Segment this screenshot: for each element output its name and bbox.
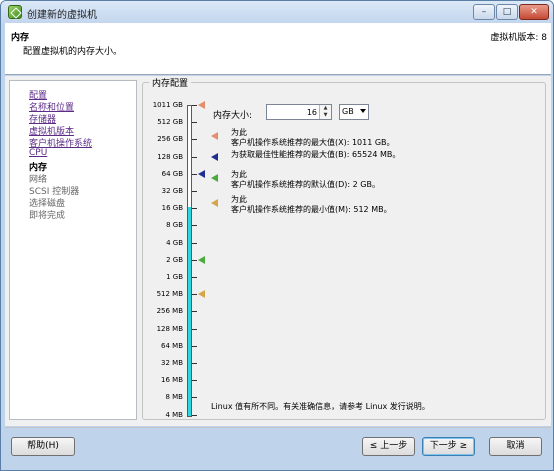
scale-tickmark (192, 311, 197, 313)
scale-tickmark (192, 105, 197, 106)
vsphere-app-icon (8, 5, 22, 19)
memory-config-group: 内存配置 内存大小: ▲ ▼ GB 为此 客户机操作系统推荐的最大值(X): 1… (142, 76, 546, 420)
scale-tick-label: 32 MB (161, 359, 183, 367)
spin-up-icon[interactable]: ▲ (320, 105, 331, 112)
memory-unit-select[interactable]: GB (339, 104, 369, 120)
wizard-steps-sidebar: 配置 名称和位置 存储器 虚拟机版本 客户机操作系统 CPU 内存 网络 SCS… (9, 80, 137, 420)
scale-marker-icon (198, 255, 205, 264)
scale-tick-label: 128 MB (156, 324, 183, 333)
memory-spinner[interactable]: ▲ ▼ (319, 105, 331, 119)
title-bar[interactable]: 创建新的虚拟机 – □ ✕ (1, 1, 553, 23)
scale-tick-label: 32 GB (161, 187, 183, 195)
memory-size-label: 内存大小: (213, 111, 253, 121)
scale-tick-label: 512 GB (157, 118, 183, 127)
rec-max-marker-icon (211, 132, 218, 140)
minimize-button[interactable]: – (473, 4, 495, 20)
scale-tickmark (192, 156, 197, 158)
rec-default-marker-icon (211, 174, 218, 182)
scale-tick-label: 64 GB (161, 169, 183, 178)
scale-tickmark (192, 208, 197, 210)
scale-tickmark (192, 345, 197, 347)
sidebar-item-ready: 即将完成 (29, 211, 66, 221)
memory-scale-bar[interactable] (187, 105, 192, 417)
page-title: 内存 (11, 33, 30, 43)
page-header: 内存 配置虚拟机的内存大小。 虚拟机版本: 8 (5, 23, 551, 75)
scale-tick-label: 16 MB (161, 376, 183, 385)
back-button[interactable]: ≤ 上一步 (362, 437, 415, 456)
next-button[interactable]: 下一步 ≥ (422, 437, 475, 456)
rec-line2: 客户机操作系统推荐的最小值(M): 512 MB。 (231, 205, 392, 214)
linux-note: Linux 值有所不同。有关准确信息，请参考 Linux 发行说明。 (211, 402, 430, 411)
scale-marker-icon (198, 101, 205, 109)
scale-tick-label: 64 MB (161, 341, 183, 350)
window-title: 创建新的虚拟机 (27, 10, 97, 21)
rec-line2: 客户机操作系统推荐的最大值(X): 1011 GB。 (231, 138, 395, 147)
scale-tick-label: 1011 GB (152, 101, 183, 109)
scale-tickmark (192, 139, 197, 141)
rec-min-marker-icon (211, 199, 218, 207)
scale-tickmark (192, 328, 197, 330)
close-button[interactable]: ✕ (519, 4, 549, 20)
sidebar-item-cpu[interactable]: CPU (29, 148, 47, 158)
scale-tick-label: 8 GB (166, 221, 183, 230)
memory-unit-value: GB (342, 107, 354, 116)
footer-divider (5, 427, 551, 428)
scale-tick-label: 2 GB (166, 255, 183, 264)
maximize-button[interactable]: □ (496, 4, 518, 20)
page-subtitle: 配置虚拟机的内存大小。 (23, 47, 123, 57)
scale-tickmark (192, 397, 197, 399)
group-title: 内存配置 (149, 76, 192, 89)
wizard-window: 创建新的虚拟机 – □ ✕ 内存 配置虚拟机的内存大小。 虚拟机版本: 8 配置… (0, 0, 554, 471)
scale-tick-label: 4 MB (165, 410, 183, 419)
scale-tickmark (192, 380, 197, 382)
help-button[interactable]: 帮助(H) (11, 437, 75, 456)
rec-line2: 为获取最佳性能推荐的最大值(B): 65524 MB。 (231, 150, 401, 159)
scale-tickmark (192, 122, 197, 124)
scale-tick-label: 1 GB (166, 273, 183, 281)
cancel-button[interactable]: 取消 (489, 437, 542, 456)
vm-version-label: 虚拟机版本: 8 (490, 33, 547, 43)
scale-tick-label: 8 MB (165, 393, 183, 402)
scale-tickmark (192, 242, 197, 244)
memory-scale-fill (188, 207, 191, 416)
scale-marker-icon (198, 169, 205, 178)
scale-tick-label: 16 GB (161, 204, 183, 213)
scale-tickmark (192, 363, 197, 364)
scale-tickmark (192, 414, 197, 416)
scale-marker-icon (198, 290, 205, 299)
scale-tick-label: 128 GB (157, 152, 183, 161)
scale-tick-label: 512 MB (156, 290, 183, 299)
scale-tick-label: 4 GB (166, 238, 183, 247)
scale-tickmark (192, 277, 197, 278)
scale-tickmark (192, 191, 197, 192)
scale-tick-label: 256 GB (157, 135, 183, 144)
rec-perf-marker-icon (211, 153, 218, 161)
spin-down-icon[interactable]: ▼ (320, 112, 331, 119)
scale-tickmark (192, 294, 197, 296)
scale-tickmark (192, 173, 197, 175)
dropdown-arrow-icon (360, 109, 366, 113)
scale-tick-label: 256 MB (156, 307, 183, 316)
scale-tickmark (192, 225, 197, 227)
rec-line2: 客户机操作系统推荐的默认值(D): 2 GB。 (231, 180, 380, 189)
scale-tickmark (192, 259, 197, 261)
wizard-content: 配置 名称和位置 存储器 虚拟机版本 客户机操作系统 CPU 内存 网络 SCS… (5, 76, 551, 426)
